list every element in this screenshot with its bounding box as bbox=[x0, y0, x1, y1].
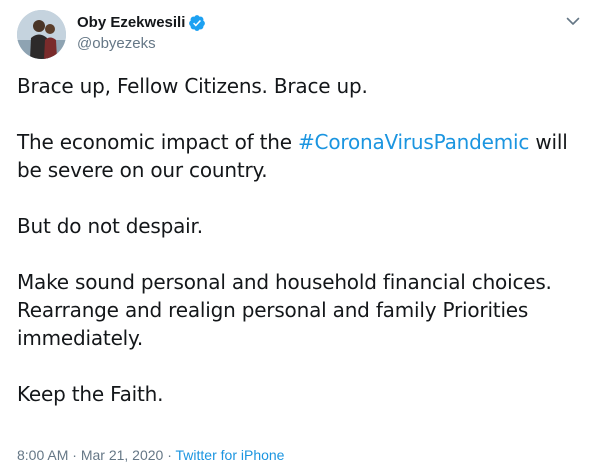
tweet-date[interactable]: Mar 21, 2020 bbox=[81, 447, 164, 463]
tweet-header: Oby Ezekwesili @obyezeks bbox=[17, 10, 587, 66]
avatar-photo bbox=[17, 10, 66, 59]
tweet-text: Brace up, Fellow Citizens. Brace up. The… bbox=[17, 72, 583, 408]
tweet-line: Keep the Faith. bbox=[17, 382, 164, 406]
avatar[interactable] bbox=[17, 10, 66, 59]
meta-separator: · bbox=[68, 447, 81, 463]
tweet-text-fragment: The economic impact of the bbox=[17, 130, 298, 154]
source-link[interactable]: Twitter for iPhone bbox=[176, 447, 285, 463]
display-name[interactable]: Oby Ezekwesili bbox=[77, 13, 185, 33]
hashtag-link[interactable]: #CoronaVirusPandemic bbox=[298, 130, 529, 154]
tweet-meta: 8:00 AM · Mar 21, 2020 · Twitter for iPh… bbox=[17, 445, 284, 465]
tweet-line: But do not despair. bbox=[17, 214, 203, 238]
tweet-line: Brace up, Fellow Citizens. Brace up. bbox=[17, 74, 368, 98]
tweet-paragraph: Make sound personal and household financ… bbox=[17, 270, 552, 350]
tweet-time[interactable]: 8:00 AM bbox=[17, 447, 68, 463]
chevron-down-icon[interactable] bbox=[565, 13, 581, 29]
handle[interactable]: @obyezeks bbox=[77, 34, 206, 54]
verified-badge-icon bbox=[188, 14, 206, 32]
tweet-paragraph: The economic impact of the #CoronaVirusP… bbox=[17, 128, 583, 184]
author-names: Oby Ezekwesili @obyezeks bbox=[77, 13, 206, 54]
tweet-card: Oby Ezekwesili @obyezeks Brace up, Fello… bbox=[0, 0, 600, 468]
meta-separator: · bbox=[163, 447, 176, 463]
display-name-row: Oby Ezekwesili bbox=[77, 13, 206, 33]
